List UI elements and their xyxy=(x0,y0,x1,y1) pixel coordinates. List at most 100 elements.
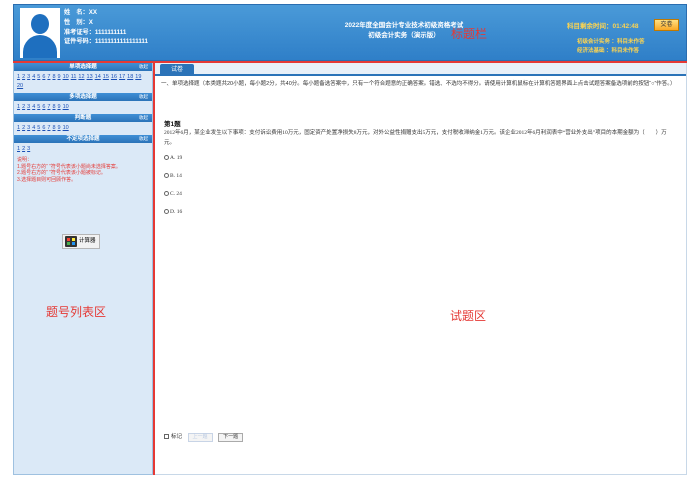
avatar-head-icon xyxy=(31,14,49,34)
legend: 说明： 1.题号右方的“ ”符号代表该小题尚未选择答案。 2.题号右方的“ ”符… xyxy=(14,155,152,185)
category-header[interactable]: 不定项选择题 收起 xyxy=(14,135,152,143)
option-d[interactable]: D. 16 xyxy=(164,209,182,215)
radio-icon[interactable] xyxy=(164,191,169,196)
question-number-list: 123 xyxy=(14,144,152,155)
question-number-link[interactable]: 2 xyxy=(22,73,25,82)
question-number-link[interactable]: 6 xyxy=(42,73,45,82)
question-number-link[interactable]: 15 xyxy=(103,73,109,82)
question-number-link[interactable]: 1 xyxy=(17,103,20,112)
next-button[interactable]: 下一题 xyxy=(218,433,244,442)
question-number-link[interactable]: 17 xyxy=(119,73,125,82)
collapse-toggle[interactable]: 收起 xyxy=(139,135,148,143)
collapse-toggle[interactable]: 收起 xyxy=(139,63,148,71)
question-number-link[interactable]: 20 xyxy=(17,82,23,91)
category-header[interactable]: 判断题 收起 xyxy=(14,114,152,122)
question-number-link[interactable]: 10 xyxy=(63,73,69,82)
exam-window: 姓 名：XX 性 别：X 准考证号：1111111111 证件号码：111111… xyxy=(0,0,696,484)
question-number-link[interactable]: 3 xyxy=(27,73,30,82)
category-header[interactable]: 单项选择题 收起 xyxy=(14,63,152,71)
question-number-link[interactable]: 4 xyxy=(32,73,35,82)
radio-icon[interactable] xyxy=(164,209,169,214)
question-number-link[interactable]: 8 xyxy=(52,124,55,133)
option-label: C. 24 xyxy=(170,191,182,197)
question-number-link[interactable]: 9 xyxy=(58,103,61,112)
option-b[interactable]: B. 14 xyxy=(164,173,182,179)
prev-button[interactable]: 上一题 xyxy=(187,433,213,442)
question-number-list: 1 2 3 4 5 6 7 8 9 10 11 12 13 14 15 16 17 18 1920 xyxy=(14,72,152,92)
question-number-link[interactable]: 8 xyxy=(52,103,55,112)
question-number-link[interactable]: 13 xyxy=(87,73,93,82)
question-area-annotation: 试题区 xyxy=(450,309,487,323)
calculator-label: 计算器 xyxy=(79,238,96,244)
avatar-body-icon xyxy=(23,35,57,58)
candidate-gender: 性 别：X xyxy=(64,18,93,26)
question-number-link[interactable]: 6 xyxy=(42,124,45,133)
option-label: A. 19 xyxy=(170,155,183,161)
question-number-link[interactable]: 2 xyxy=(22,145,25,154)
question-number-link[interactable]: 7 xyxy=(47,103,50,112)
option-label: B. 14 xyxy=(170,173,182,179)
question-number-link[interactable]: 19 xyxy=(135,73,141,82)
mark-checkbox[interactable] xyxy=(164,434,169,439)
question-area: 试卷 一、单项选择题（本类题共20小题，每小题2分，共40分。每小题备选答案中，… xyxy=(153,61,687,475)
timer-value: 01:42:48 xyxy=(612,23,639,30)
option-c[interactable]: C. 24 xyxy=(164,191,182,197)
collapse-toggle[interactable]: 收起 xyxy=(139,114,148,122)
tab-paper[interactable]: 试卷 xyxy=(160,64,194,76)
question-number-link[interactable]: 14 xyxy=(95,73,101,82)
radio-icon[interactable] xyxy=(164,173,169,178)
legend-item-3: 3.选择题目则可回顾作答。 xyxy=(17,176,77,183)
question-number-link[interactable]: 5 xyxy=(37,103,40,112)
avatar xyxy=(20,8,60,58)
question-number-link[interactable]: 8 xyxy=(52,73,55,82)
subject-status: 初级会计实务 ：科目未作答 经济法基础 ：科目未作答 xyxy=(577,38,645,56)
timer-label: 科目剩余时间： xyxy=(567,23,613,30)
question-title: 第1题 xyxy=(164,121,181,128)
question-number-list: 1 2 3 4 5 6 7 8 9 10 xyxy=(14,123,152,134)
question-number-link[interactable]: 10 xyxy=(63,103,69,112)
collapse-toggle[interactable]: 收起 xyxy=(139,93,148,101)
candidate-name: 姓 名：XX xyxy=(64,9,98,16)
question-number-link[interactable]: 10 xyxy=(63,124,69,133)
timer: 科目剩余时间：01:42:48 xyxy=(567,20,639,30)
radio-icon[interactable] xyxy=(164,155,169,160)
subject-status-2: 经济法基础 ：科目未作答 xyxy=(577,48,640,54)
question-number-link[interactable]: 3 xyxy=(27,124,30,133)
question-number-link[interactable]: 7 xyxy=(47,124,50,133)
question-number-link[interactable]: 11 xyxy=(71,73,77,82)
question-number-link[interactable]: 18 xyxy=(127,73,133,82)
annotation-divider-horizontal xyxy=(13,61,687,63)
title-bar: 姓 名：XX 性 别：X 准考证号：1111111111 证件号码：111111… xyxy=(13,4,687,61)
question-number-link[interactable]: 9 xyxy=(58,73,61,82)
submit-button[interactable]: 交卷 xyxy=(654,19,679,31)
question-number-link[interactable]: 3 xyxy=(27,103,30,112)
category-header[interactable]: 多项选择题 收起 xyxy=(14,93,152,101)
question-number-link[interactable]: 2 xyxy=(22,103,25,112)
question-nav: 标记 上一题 下一题 xyxy=(164,432,244,442)
question-number-link[interactable]: 1 xyxy=(17,145,20,154)
question-number-link[interactable]: 7 xyxy=(47,73,50,82)
title-bar-annotation: 标题栏 xyxy=(451,27,488,41)
question-number-link[interactable]: 6 xyxy=(42,103,45,112)
question-number-link[interactable]: 3 xyxy=(27,145,30,154)
question-text: 2012年6月，某企业发生以下事项：支付诉讼费用10万元，固定资产处置净损失8万… xyxy=(164,130,667,146)
question-list-panel: 单项选择题 收起 1 2 3 4 5 6 7 8 9 10 11 12 13 14 15 16 17 18 1920 多项… xyxy=(13,61,153,475)
question-number-link[interactable]: 5 xyxy=(37,124,40,133)
question-number-link[interactable]: 4 xyxy=(32,124,35,133)
calculator-icon xyxy=(65,236,77,247)
question-number-link[interactable]: 12 xyxy=(78,73,84,82)
question-number-link[interactable]: 4 xyxy=(32,103,35,112)
question-number-link[interactable]: 16 xyxy=(111,73,117,82)
legend-title: 说明： xyxy=(17,157,33,163)
question-number-link[interactable]: 1 xyxy=(17,124,20,133)
question-number-link[interactable]: 1 xyxy=(17,73,20,82)
question-number-link[interactable]: 2 xyxy=(22,124,25,133)
question-number-link[interactable]: 9 xyxy=(58,124,61,133)
calculator-button[interactable]: 计算器 xyxy=(62,234,100,249)
question-number-link[interactable]: 5 xyxy=(37,73,40,82)
question-categories: 单项选择题 收起 1 2 3 4 5 6 7 8 9 10 11 12 13 14 15 16 17 18 1920 多项… xyxy=(14,63,152,155)
exam-id: 准考证号：1111111111 xyxy=(64,28,127,36)
option-a[interactable]: A. 19 xyxy=(164,155,182,161)
option-label: D. 16 xyxy=(170,209,183,215)
candidate-info: 姓 名：XX 性 别：X 准考证号：1111111111 证件号码：111111… xyxy=(64,8,148,47)
